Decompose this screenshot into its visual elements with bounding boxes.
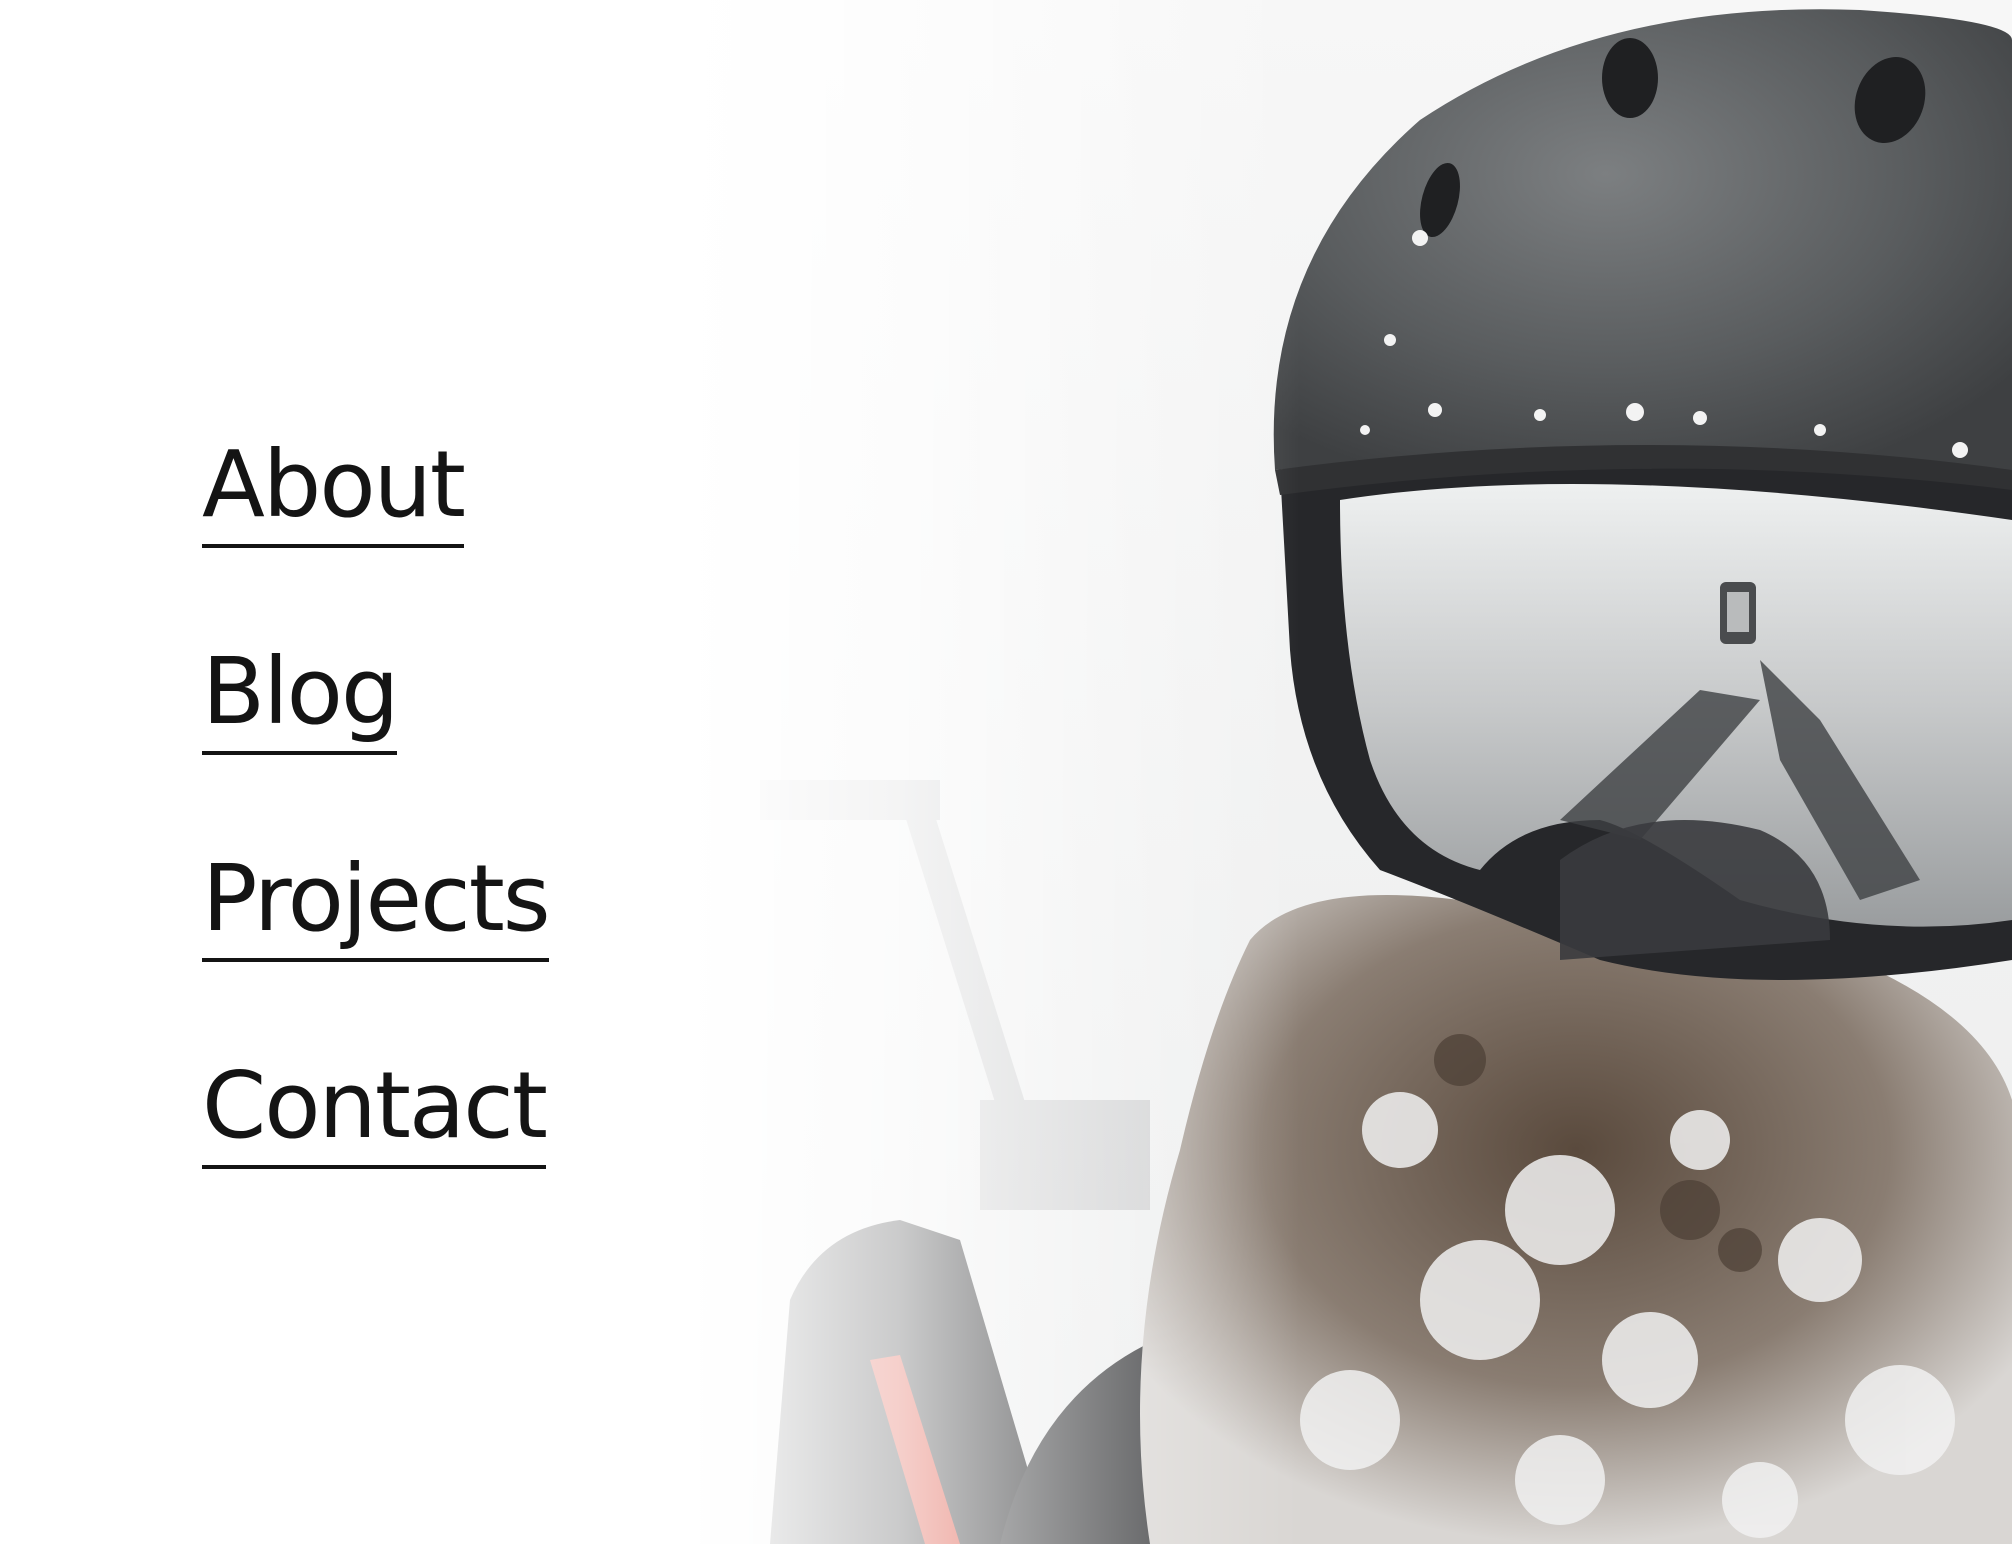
nav-link-contact[interactable]: Contact	[202, 1051, 548, 1169]
nav-item-projects: Projects	[202, 844, 551, 1051]
nav-link-about[interactable]: About	[202, 430, 466, 548]
main-nav: About Blog Projects Contact	[202, 430, 551, 1258]
page: About Blog Projects Contact	[0, 0, 2012, 1544]
nav-item-contact: Contact	[202, 1051, 549, 1258]
nav-link-blog[interactable]: Blog	[202, 637, 399, 755]
nav-item-about: About	[202, 430, 549, 637]
nav-link-projects[interactable]: Projects	[202, 844, 551, 962]
nav-item-blog: Blog	[202, 637, 549, 844]
